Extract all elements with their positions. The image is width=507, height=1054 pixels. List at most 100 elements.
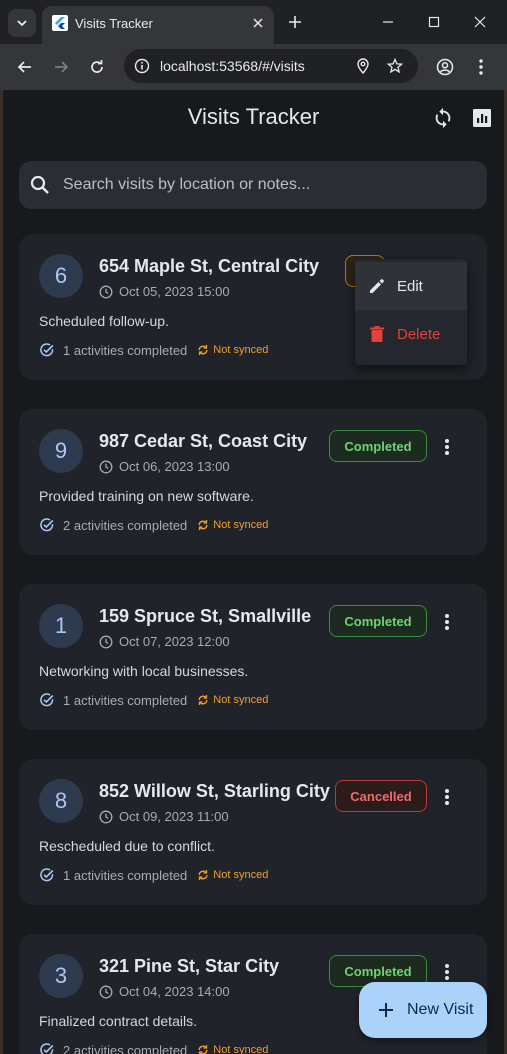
menu-item-delete-label: Delete bbox=[397, 325, 441, 343]
sync-status: Not synced bbox=[213, 519, 269, 531]
bookmark-button[interactable] bbox=[385, 56, 405, 76]
tab-close-button[interactable] bbox=[248, 13, 268, 33]
visit-address: 159 Spruce St, Smallville bbox=[99, 606, 312, 626]
visit-footer: 1 activities completed Not synced bbox=[39, 342, 268, 358]
more-vert-icon bbox=[445, 789, 449, 805]
clock-icon bbox=[99, 810, 113, 823]
maximize-button[interactable] bbox=[422, 10, 446, 34]
visit-address: 852 Willow St, Starling City bbox=[99, 781, 330, 801]
visit-footer: 2 activities completed Not synced bbox=[39, 1042, 268, 1054]
close-icon bbox=[253, 18, 263, 28]
visit-note: Rescheduled due to conflict. bbox=[39, 838, 215, 854]
app-bar: Visits Tracker bbox=[3, 90, 504, 146]
analytics-button[interactable] bbox=[468, 104, 496, 132]
activities-count: 1 activities completed bbox=[63, 692, 188, 708]
menu-item-edit[interactable]: Edit bbox=[355, 262, 467, 310]
sync-status: Not synced bbox=[213, 1044, 269, 1054]
sync-icon bbox=[435, 107, 451, 129]
app-viewport: Visits Tracker 6 654 Maple St, Central C… bbox=[3, 90, 504, 1054]
new-visit-label: New Visit bbox=[407, 1001, 474, 1018]
visit-footer: 1 activities completed Not synced bbox=[39, 692, 268, 708]
location-pin-icon bbox=[357, 58, 369, 74]
visit-number-avatar: 9 bbox=[39, 429, 83, 473]
visit-date-row: Oct 07, 2023 12:00 bbox=[99, 634, 230, 649]
maximize-icon bbox=[428, 16, 440, 28]
visit-note: Provided training on new software. bbox=[39, 488, 254, 504]
window-close-button[interactable] bbox=[468, 10, 492, 34]
reload-button[interactable] bbox=[83, 53, 111, 81]
more-vert-icon bbox=[445, 964, 449, 980]
arrow-left-icon bbox=[17, 61, 31, 73]
add-icon bbox=[379, 1003, 393, 1017]
forward-button[interactable] bbox=[47, 53, 75, 81]
visit-menu-button[interactable] bbox=[437, 610, 457, 634]
check-circle-icon bbox=[40, 1043, 54, 1054]
check-circle-icon bbox=[40, 518, 54, 532]
visit-number-avatar: 1 bbox=[39, 604, 83, 648]
visit-card[interactable]: 1 159 Spruce St, Smallville Oct 07, 2023… bbox=[19, 584, 487, 730]
info-icon bbox=[134, 58, 150, 74]
analytics-icon bbox=[473, 109, 491, 127]
sync-problem-icon bbox=[198, 870, 208, 880]
visit-address: 654 Maple St, Central City bbox=[99, 256, 320, 276]
browser-menu-button[interactable] bbox=[467, 53, 495, 81]
more-vert-icon bbox=[445, 439, 449, 455]
sync-problem-icon bbox=[198, 520, 208, 530]
visit-menu-button[interactable] bbox=[437, 960, 457, 984]
tab-title: Visits Tracker bbox=[75, 16, 153, 31]
visit-note: Networking with local businesses. bbox=[39, 663, 249, 679]
visit-card[interactable]: 9 987 Cedar St, Coast City Oct 06, 2023 … bbox=[19, 409, 487, 555]
visit-address: 321 Pine St, Star City bbox=[99, 956, 280, 976]
status-badge: Cancelled bbox=[335, 780, 427, 812]
browser-tab[interactable]: Visits Tracker bbox=[42, 6, 274, 44]
reload-icon bbox=[91, 60, 103, 73]
more-vert-icon bbox=[479, 59, 483, 75]
sync-button[interactable] bbox=[429, 104, 457, 132]
location-button[interactable] bbox=[353, 56, 373, 76]
visit-footer: 1 activities completed Not synced bbox=[39, 867, 268, 883]
edit-icon bbox=[367, 276, 387, 296]
visit-date-row: Oct 05, 2023 15:00 bbox=[99, 284, 230, 299]
activities-count: 2 activities completed bbox=[63, 517, 188, 533]
sync-problem-icon bbox=[198, 345, 208, 355]
check-circle-icon bbox=[40, 343, 54, 357]
minimize-icon bbox=[383, 21, 393, 23]
activities-count: 2 activities completed bbox=[63, 1042, 188, 1054]
clock-icon bbox=[99, 285, 113, 298]
new-tab-button[interactable] bbox=[284, 11, 306, 33]
visit-number-avatar: 3 bbox=[39, 954, 83, 998]
url-text[interactable]: localhost:53568/#/visits bbox=[160, 58, 305, 74]
more-vert-icon bbox=[445, 614, 449, 630]
visit-popup-menu: Edit Delete bbox=[355, 259, 467, 365]
check-circle-icon bbox=[40, 868, 54, 882]
check-circle-icon bbox=[40, 693, 54, 707]
flutter-logo-icon bbox=[52, 15, 68, 31]
visit-menu-button[interactable] bbox=[437, 785, 457, 809]
profile-button[interactable] bbox=[431, 53, 459, 81]
visit-date: Oct 04, 2023 14:00 bbox=[119, 984, 230, 999]
sync-problem-icon bbox=[198, 695, 208, 705]
visit-address: 987 Cedar St, Coast City bbox=[99, 431, 308, 451]
search-input[interactable] bbox=[63, 161, 473, 209]
visit-card[interactable]: 8 852 Willow St, Starling City Oct 09, 2… bbox=[19, 759, 487, 905]
tab-search-button[interactable] bbox=[8, 9, 36, 37]
star-icon bbox=[387, 58, 403, 74]
new-visit-button[interactable]: New Visit bbox=[359, 982, 487, 1038]
arrow-right-icon bbox=[55, 61, 69, 73]
address-bar[interactable]: localhost:53568/#/visits bbox=[124, 49, 418, 83]
activities-count: 1 activities completed bbox=[63, 867, 188, 883]
clock-icon bbox=[99, 460, 113, 473]
menu-item-delete[interactable]: Delete bbox=[355, 310, 467, 358]
search-bar[interactable] bbox=[19, 161, 487, 209]
site-info-button[interactable] bbox=[132, 56, 152, 76]
sync-status: Not synced bbox=[213, 344, 269, 356]
sync-problem-icon bbox=[198, 1045, 208, 1054]
plus-icon bbox=[289, 16, 301, 28]
minimize-button[interactable] bbox=[376, 10, 400, 34]
back-button[interactable] bbox=[11, 53, 39, 81]
visit-note: Finalized contract details. bbox=[39, 1013, 197, 1029]
browser-tab-bar: Visits Tracker bbox=[0, 0, 507, 44]
close-icon bbox=[474, 16, 486, 28]
status-badge: Completed bbox=[329, 605, 427, 637]
visit-menu-button[interactable] bbox=[437, 435, 457, 459]
